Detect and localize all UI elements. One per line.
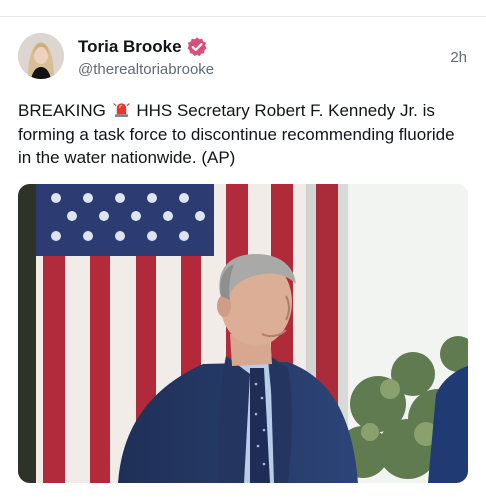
avatar-image <box>18 33 64 79</box>
avatar[interactable] <box>18 33 64 79</box>
post-image-graphic <box>18 184 468 483</box>
post-timestamp[interactable]: 2h <box>450 49 467 66</box>
author-name[interactable]: Toria Brooke <box>78 37 182 57</box>
post-image[interactable] <box>18 184 468 483</box>
post-text-breaking: BREAKING <box>18 101 106 120</box>
verified-badge-icon <box>187 37 207 57</box>
siren-icon <box>112 103 130 118</box>
post-text: BREAKING HHS Secretary Robert F. Kennedy… <box>18 99 470 170</box>
author-handle[interactable]: @therealtoriabrooke <box>78 61 214 79</box>
